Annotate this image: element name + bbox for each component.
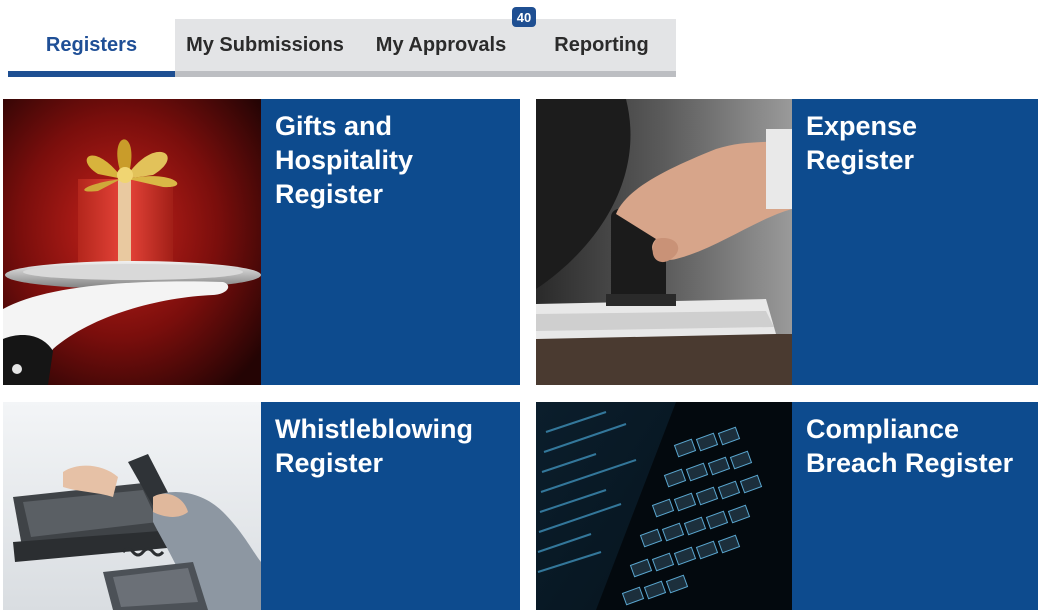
phone-receiver-image (3, 402, 261, 610)
tile-gifts-hospitality[interactable]: Gifts and Hospitality Register (3, 99, 520, 385)
tab-registers[interactable]: Registers (8, 19, 175, 71)
stamp-document-image (536, 99, 792, 385)
tab-my-approvals-label: My Approvals (375, 33, 507, 56)
tile-expense[interactable]: Expense Register (536, 99, 1038, 385)
tile-whistleblowing-title: Whistleblowing Register (275, 414, 473, 478)
tile-compliance-title: Compliance Breach Register (806, 414, 1014, 478)
tile-gifts-panel: Gifts and Hospitality Register (261, 99, 520, 385)
main-tab-bar: Registers My Submissions My Approvals Re… (8, 19, 676, 77)
gift-tray-image (3, 99, 261, 385)
approvals-count-badge: 40 (512, 7, 536, 27)
laptop-code-image (536, 402, 792, 610)
tab-reporting[interactable]: Reporting (527, 19, 676, 71)
tab-reporting-label: Reporting (554, 33, 649, 56)
tab-my-approvals[interactable]: My Approvals (355, 19, 527, 71)
tile-compliance-panel: Compliance Breach Register (792, 402, 1038, 610)
tile-compliance-breach[interactable]: Compliance Breach Register (536, 402, 1038, 610)
tile-gifts-title: Gifts and Hospitality Register (275, 111, 414, 209)
tile-whistleblowing-panel: Whistleblowing Register (261, 402, 520, 610)
active-tab-indicator (8, 71, 175, 77)
tab-my-submissions[interactable]: My Submissions (175, 19, 355, 71)
tab-bar-underline (175, 71, 676, 77)
tile-expense-panel: Expense Register (792, 99, 1038, 385)
tile-whistleblowing[interactable]: Whistleblowing Register (3, 402, 520, 610)
tile-expense-title: Expense Register (806, 111, 918, 175)
tab-my-submissions-label: My Submissions (186, 33, 344, 56)
tab-registers-label: Registers (45, 33, 138, 56)
